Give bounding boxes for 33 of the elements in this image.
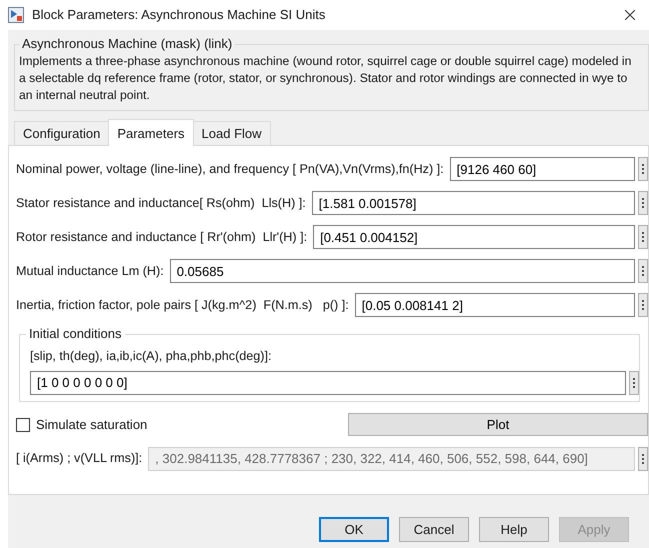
input-field[interactable]: [1 0 0 0 0 0 0 0] [30, 370, 626, 395]
more-button[interactable] [638, 293, 648, 317]
checkbox[interactable] [16, 418, 30, 432]
tab[interactable]: Parameters [108, 119, 194, 146]
plot-button[interactable]: Plot [348, 413, 648, 436]
window-title: Block Parameters: Asynchronous Machine SI Units [32, 6, 326, 24]
description-text: Implements a three-phase asynchronous machine (wound rotor, squirrel cage or double squirrel cage) modeled in a selectable dq reference frame (rotor, stator, or synchronous). Stator and rotor windings are connected in wye to an internal neutral point. [19, 53, 632, 104]
field-label: [ i(Arms) ; v(VLL rms)]: [16, 450, 142, 468]
input-field[interactable]: [0.451 0.004152] [313, 225, 635, 249]
field-label: [slip, th(deg), ia,ib,ic(A), pha,phb,phc(deg)]: [30, 348, 273, 365]
input-field[interactable]: [0.05 0.008141 2] [354, 293, 635, 317]
block-icon [8, 7, 24, 23]
dialog-button[interactable]: Help [479, 517, 549, 542]
tab[interactable]: Load Flow [192, 121, 271, 145]
input-field[interactable]: 0.05685 [170, 259, 635, 283]
more-button[interactable] [638, 259, 648, 283]
more-button[interactable] [638, 157, 648, 181]
more-button[interactable] [638, 225, 648, 249]
field-label: Rotor resistance and inductance [ Rr'(ohm) Llr'(H) ]: [16, 228, 308, 246]
dialog-button[interactable]: Cancel [399, 517, 469, 542]
field-label: Mutual inductance Lm (H): [16, 262, 164, 280]
field-label: Nominal power, voltage (line-line), and frequency [ Pn(VA),Vn(Vrms),fn(Hz) ]: [16, 160, 444, 178]
dialog-button[interactable]: OK [319, 517, 389, 542]
input-field[interactable]: [1.581 0.001578] [312, 191, 635, 215]
more-button[interactable] [638, 191, 648, 215]
checkbox-label: Simulate saturation [36, 416, 148, 434]
more-button[interactable] [638, 446, 648, 471]
input-field[interactable]: [9126 460 60] [450, 157, 635, 181]
more-button[interactable] [629, 370, 639, 395]
tab[interactable]: Configuration [14, 121, 110, 145]
close-icon[interactable] [625, 10, 635, 20]
field-label: Inertia, friction factor, pole pairs [ J(kg.m^2) F(N.m.s) p() ]: [16, 296, 349, 314]
field-label: Stator resistance and inductance[ Rs(ohm) Lls(H) ]: [16, 194, 306, 212]
